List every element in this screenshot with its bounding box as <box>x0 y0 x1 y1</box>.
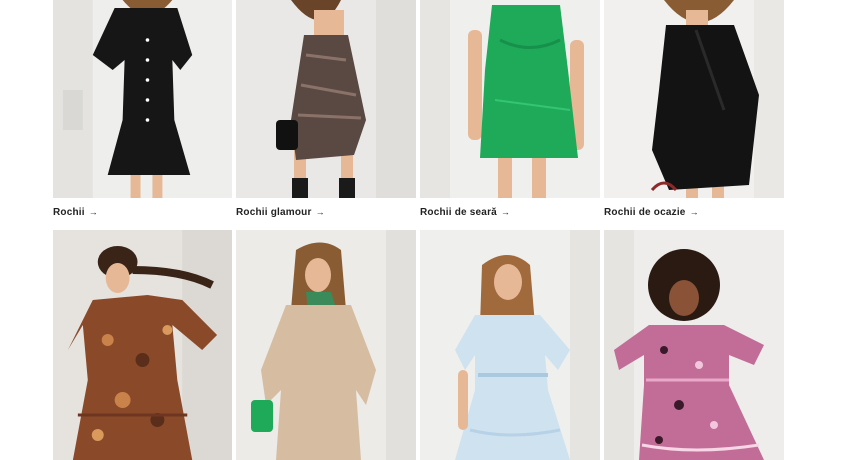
category-label: Rochii de ocazie <box>604 206 686 218</box>
beige-knit-dress-photo[interactable] <box>236 230 416 460</box>
category-label: Rochii de seară <box>420 206 497 218</box>
category-card-light-blue[interactable] <box>420 230 600 460</box>
category-card-rochii-de-ocazie[interactable]: Rochii de ocazie → <box>604 0 784 226</box>
green-satin-dress-photo[interactable] <box>420 0 600 198</box>
arrow-right-icon: → <box>315 207 325 217</box>
arrow-right-icon: → <box>500 207 511 217</box>
category-grid-bottom <box>53 230 784 460</box>
light-blue-ruffle-dress-photo[interactable] <box>420 230 600 460</box>
category-card-rochii-glamour[interactable]: Rochii glamour → <box>236 0 416 226</box>
black-wrap-dress-photo[interactable] <box>604 0 784 198</box>
arrow-right-icon: → <box>689 207 699 217</box>
category-label: Rochii glamour <box>236 206 312 218</box>
category-link-rochii-de-seara[interactable]: Rochii de seară → <box>420 198 600 226</box>
category-card-rochii[interactable]: Rochii → <box>53 0 232 226</box>
floral-pink-dress-photo[interactable] <box>604 230 784 460</box>
sequin-slip-dress-photo[interactable] <box>236 0 416 198</box>
paisley-print-dress-photo[interactable] <box>53 230 232 460</box>
category-card-floral[interactable] <box>604 230 784 460</box>
category-card-rochii-de-seara[interactable]: Rochii de seară → <box>420 0 600 226</box>
category-card-beige[interactable] <box>236 230 416 460</box>
arrow-right-icon: → <box>88 207 98 217</box>
category-link-rochii-de-ocazie[interactable]: Rochii de ocazie → <box>604 198 784 226</box>
black-button-dress-photo[interactable] <box>53 0 232 198</box>
category-label: Rochii <box>53 206 85 218</box>
category-link-rochii-glamour[interactable]: Rochii glamour → <box>236 198 416 226</box>
category-card-paisley[interactable] <box>53 230 232 460</box>
category-link-rochii[interactable]: Rochii → <box>53 198 232 226</box>
category-grid-top: Rochii → Rochii glamour → Rochii de sear… <box>53 0 784 226</box>
